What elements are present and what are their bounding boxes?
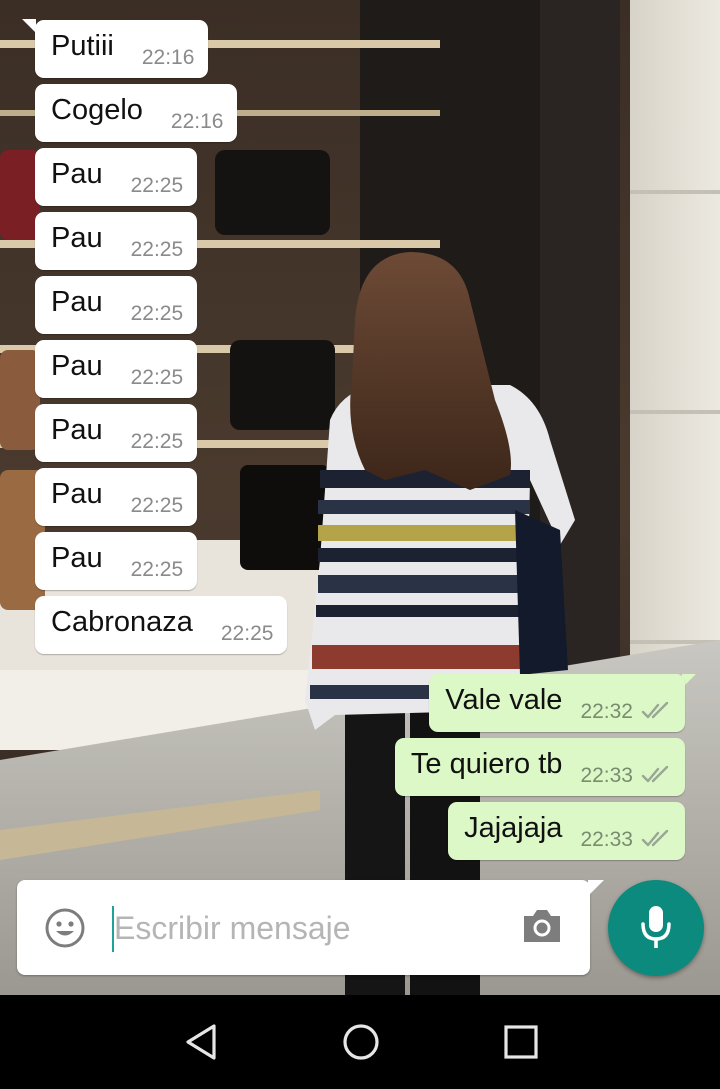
message-text: Pau	[51, 350, 103, 382]
message-time: 22:25	[130, 494, 184, 517]
message-time: 22:25	[130, 174, 184, 197]
message-time: 22:25	[220, 622, 274, 645]
message-text: Cogelo	[51, 94, 143, 126]
bubble-tail-incoming	[22, 19, 36, 33]
message-time: 22:25	[130, 558, 184, 581]
message-text: Pau	[51, 286, 103, 318]
message-time: 22:33	[580, 828, 633, 851]
message-text: Jajajaja	[464, 812, 563, 844]
message-outgoing[interactable]: Te quiero tb 22:33	[394, 738, 685, 796]
message-text: Pau	[51, 542, 103, 574]
voice-record-button[interactable]	[608, 880, 704, 976]
microphone-icon	[641, 906, 671, 948]
message-incoming[interactable]: Pau 22:25	[35, 148, 198, 206]
message-text: Pau	[51, 222, 103, 254]
message-incoming[interactable]: Putiii 22:16	[35, 20, 209, 78]
message-incoming[interactable]: Pau 22:25	[35, 532, 198, 590]
message-composer	[17, 880, 590, 975]
message-list[interactable]: Putiii 22:16 Cogelo 22:16 Pau 22:25 Pau …	[0, 0, 720, 880]
message-text: Te quiero tb	[410, 748, 563, 780]
message-incoming[interactable]: Pau 22:25	[35, 276, 198, 334]
message-time: 22:32	[580, 700, 633, 723]
message-incoming[interactable]: Cogelo 22:16	[35, 84, 238, 142]
chat-screen: Putiii 22:16 Cogelo 22:16 Pau 22:25 Pau …	[0, 0, 720, 1089]
double-check-icon	[641, 765, 669, 783]
message-text: Vale vale	[445, 684, 563, 716]
message-time: 22:16	[170, 110, 224, 133]
square-recents-icon[interactable]	[501, 1022, 541, 1062]
message-incoming[interactable]: Pau 22:25	[35, 340, 198, 398]
message-time: 22:25	[130, 430, 184, 453]
message-time: 22:25	[130, 238, 184, 261]
composer-tail	[588, 880, 604, 896]
system-navigation-bar	[0, 995, 720, 1089]
message-outgoing[interactable]: Vale vale 22:32	[429, 674, 685, 732]
message-outgoing[interactable]: Jajajaja 22:33	[448, 802, 685, 860]
triangle-back-icon[interactable]	[181, 1022, 221, 1062]
message-time: 22:33	[580, 764, 633, 787]
message-time: 22:25	[130, 302, 184, 325]
circle-home-icon[interactable]	[341, 1022, 381, 1062]
message-text: Putiii	[51, 30, 114, 62]
message-time: 22:25	[130, 366, 184, 389]
message-text: Pau	[51, 158, 103, 190]
double-check-icon	[641, 701, 669, 719]
message-text: Pau	[51, 414, 103, 446]
smiley-icon[interactable]	[44, 907, 86, 949]
message-input[interactable]	[114, 898, 504, 958]
message-text: Pau	[51, 478, 103, 510]
message-incoming[interactable]: Pau 22:25	[35, 468, 198, 526]
message-incoming[interactable]: Cabronaza 22:25	[35, 596, 288, 654]
message-time: 22:16	[141, 46, 195, 69]
double-check-icon	[641, 829, 669, 847]
message-incoming[interactable]: Pau 22:25	[35, 404, 198, 462]
message-text: Cabronaza	[51, 606, 193, 638]
message-incoming[interactable]: Pau 22:25	[35, 212, 198, 270]
camera-icon[interactable]	[520, 907, 564, 945]
